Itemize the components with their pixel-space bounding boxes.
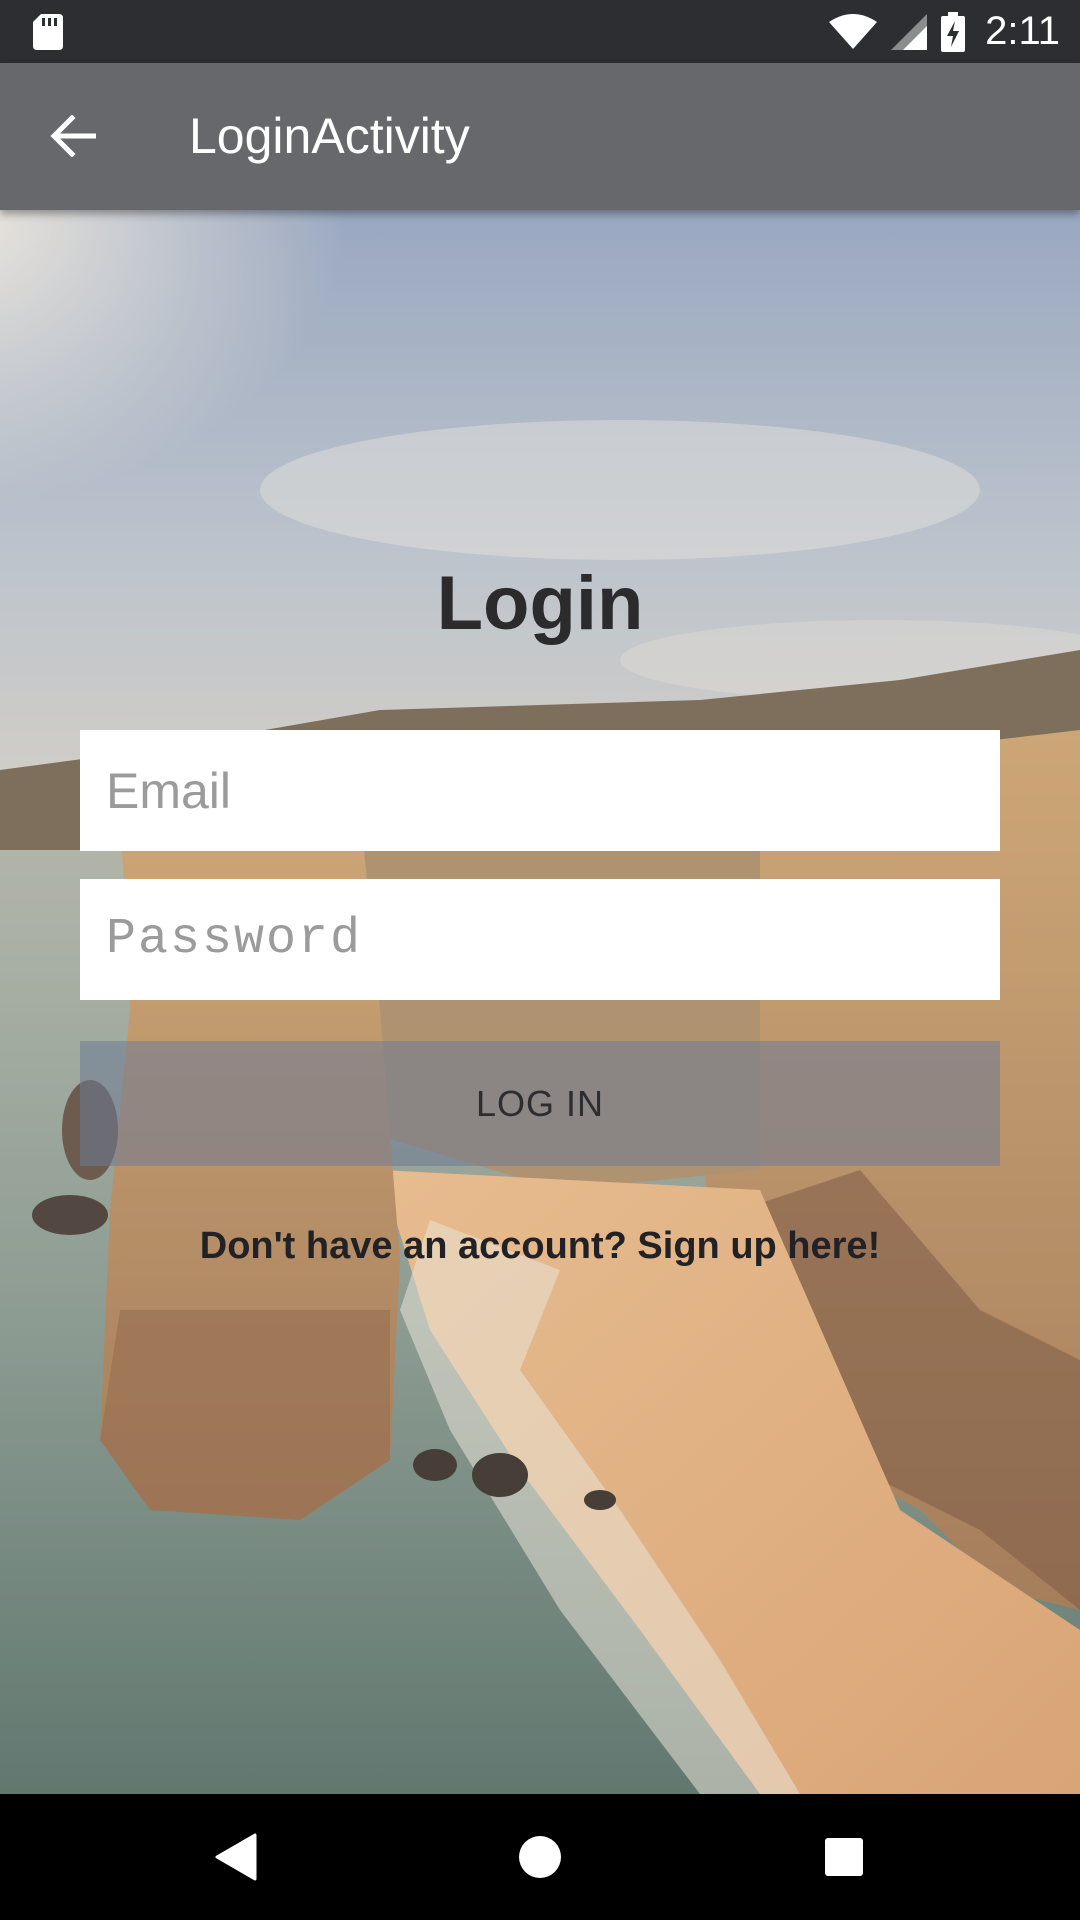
- login-content: Login LOG IN Don't have an account? Sign…: [0, 210, 1080, 1794]
- login-button[interactable]: LOG IN: [80, 1041, 1000, 1166]
- login-title: Login: [436, 561, 644, 646]
- app-title: LoginActivity: [189, 108, 470, 164]
- email-field[interactable]: [80, 730, 1000, 851]
- status-icons: 2:11: [829, 0, 1060, 63]
- navigation-bar: [0, 1794, 1080, 1920]
- nav-home-button[interactable]: [500, 1817, 580, 1897]
- signup-link[interactable]: Don't have an account? Sign up here!: [0, 1225, 1080, 1268]
- back-button[interactable]: [40, 103, 106, 169]
- signal-icon: [891, 13, 928, 50]
- status-bar: 2:11: [0, 0, 1080, 63]
- background-landscape-image: [0, 210, 1080, 1794]
- recents-square-icon: [825, 1838, 863, 1876]
- nav-recents-button[interactable]: [804, 1817, 884, 1897]
- status-time: 2:11: [985, 9, 1060, 53]
- wifi-icon: [829, 13, 878, 49]
- app-bar: LoginActivity: [0, 63, 1080, 210]
- screen: 2:11 LoginActivity Login Email LOG IN Do…: [0, 0, 1080, 1920]
- home-circle-icon: [519, 1836, 561, 1878]
- password-field[interactable]: [80, 879, 1000, 1000]
- arrow-back-icon: [50, 115, 96, 157]
- nav-back-button[interactable]: [196, 1817, 276, 1897]
- back-triangle-icon: [215, 1833, 257, 1881]
- sd-card-icon: [33, 14, 63, 50]
- battery-charging-icon: [941, 11, 966, 52]
